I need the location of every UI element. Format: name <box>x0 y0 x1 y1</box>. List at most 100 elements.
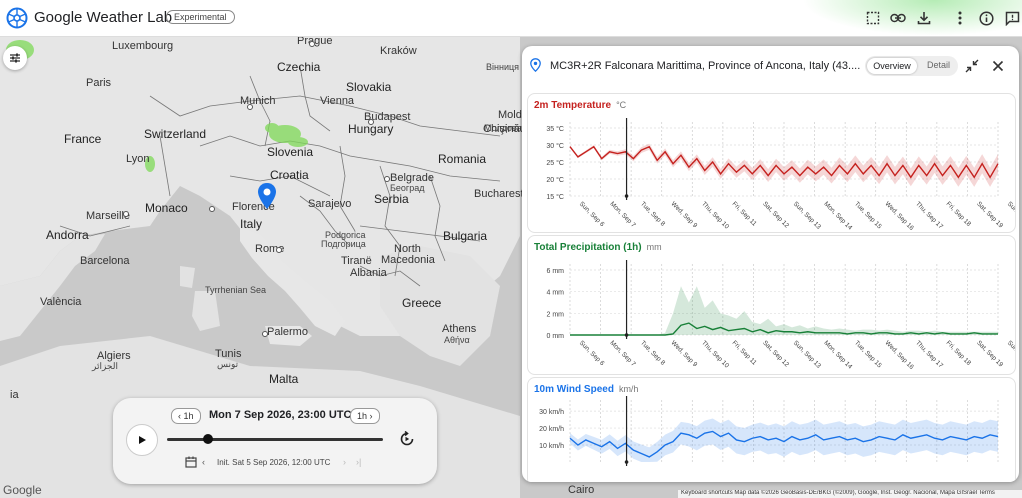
x-tick-label: Sat, Sep 19 <box>975 339 1004 368</box>
x-tick-label: Wed, Sep 16 <box>883 200 915 232</box>
map-label: Slovenia <box>267 145 314 159</box>
y-tick-label: 30 km/h <box>539 409 564 416</box>
map-label: Kraków <box>380 45 417 57</box>
location-title: MC3R+2R Falconara Marittima, Province of… <box>550 60 861 72</box>
feedback-icon[interactable] <box>1003 9 1021 27</box>
view-toggle: Overview Detail <box>865 56 958 76</box>
x-tick-label: Fri, Sep 11 <box>731 200 758 227</box>
map-label: الجزائر <box>92 361 118 371</box>
x-tick-label: Thu, Sep 17 <box>914 339 944 369</box>
init-time: Init. Sat 5 Sep 2026, 12:00 UTC <box>217 458 331 467</box>
replay-icon <box>400 431 414 446</box>
y-tick-label: 25 °C <box>546 159 564 167</box>
precipitation-chart-card: Total Precipitation (1h) mm 6 mm 4 mm 2 mm 0… <box>527 235 1016 375</box>
experimental-badge: Experimental <box>166 10 235 24</box>
replay-button[interactable] <box>397 429 417 449</box>
map-label: Albania <box>350 267 387 279</box>
x-tick-label: Fri, Sep 18 <box>945 339 973 367</box>
location-marker-icon <box>530 58 541 72</box>
wind-chart[interactable]: 30 km/h 20 km/h 10 km/h <box>528 378 1015 482</box>
init-prev-icon[interactable]: ‹ <box>202 457 205 467</box>
y-tick-label: 10 km/h <box>539 443 564 450</box>
map-label: Sarajevo <box>308 198 352 210</box>
timeline-slider-track[interactable] <box>167 438 383 441</box>
map-label: Mold <box>498 109 522 121</box>
temperature-chart-card: 2m Temperature °C 35 °C 30 °C 25 °C 20 °C 15 … <box>527 93 1016 233</box>
google-watermark: Google <box>3 483 42 497</box>
tab-overview[interactable]: Overview <box>867 58 917 74</box>
map-label: Croatia <box>270 168 309 182</box>
map-label: ia <box>10 389 19 401</box>
map-attribution[interactable]: Keyboard shortcuts Map data ©2026 GeoBas… <box>678 490 1022 498</box>
x-tick-label: Fri, Sep 18 <box>945 200 973 228</box>
current-time: Mon 7 Sep 2026, 23:00 UTC <box>209 409 352 421</box>
info-icon[interactable] <box>977 9 995 27</box>
map-label: Czechia <box>277 60 321 74</box>
calendar-icon[interactable] <box>185 456 197 468</box>
map-label: Chişinău <box>483 123 526 135</box>
x-tick-label: Wed, Sep 16 <box>883 339 915 371</box>
tab-detail[interactable]: Detail <box>927 60 950 70</box>
wind-chart-card: 10m Wind Speed km/h 30 km/h 20 km/h 10 km/h <box>527 377 1016 482</box>
play-button[interactable] <box>126 424 158 456</box>
precipitation-chart[interactable]: 6 mm4 mm2 mm0 mmSun, Sep 6 Mon, Sep 7 Tue,… <box>528 236 1015 374</box>
step-forward-1h-button[interactable]: 1h › <box>350 408 380 424</box>
top-bar: Google Weather Lab Experimental <box>0 0 1022 37</box>
map-label: Vienna <box>320 95 355 107</box>
x-tick-label: Tue, Sep 15 <box>853 339 883 369</box>
download-icon[interactable] <box>915 9 933 27</box>
temperature-chart[interactable]: 35 °C30 °C25 °C20 °C15 °CSun, Sep 6 Mon, … <box>528 94 1015 232</box>
map-label: Luxembourg <box>112 40 174 52</box>
map-label: Paris <box>86 77 112 89</box>
x-tick-label: Sat, Sep 12 <box>761 200 790 229</box>
map-label: Tiranë <box>341 255 372 267</box>
init-last-icon[interactable]: ›| <box>356 457 361 467</box>
map-label: Romania <box>438 152 487 166</box>
city-dot <box>209 206 215 212</box>
panel-header: MC3R+2R Falconara Marittima, Province of… <box>522 46 1019 86</box>
step-back-1h-button[interactable]: ‹ 1h <box>171 408 201 424</box>
current-time-dot <box>624 333 629 337</box>
x-tick-label: Thu, Sep 10 <box>700 200 730 230</box>
link-icon[interactable] <box>889 9 907 27</box>
app-title: Google Weather Lab <box>34 9 173 26</box>
close-icon[interactable] <box>992 60 1004 72</box>
collapse-icon[interactable] <box>965 59 979 73</box>
map-label: Tyrrhenian Sea <box>205 285 267 295</box>
y-tick-label: 15 °C <box>546 193 564 201</box>
map-label: Macedonia <box>381 254 435 266</box>
map-label: Munich <box>240 95 276 107</box>
x-tick-label: Sun, Sep 6 <box>578 200 606 228</box>
map-label: Bulgaria <box>443 229 488 243</box>
map-label: Serbia <box>374 192 409 206</box>
select-area-icon[interactable] <box>864 9 882 27</box>
city-dot <box>368 119 374 125</box>
map-label: Вінниця <box>486 62 519 72</box>
more-vert-icon[interactable] <box>951 9 969 27</box>
play-icon <box>139 436 146 444</box>
y-tick-label: 20 km/h <box>539 426 564 433</box>
map-label: Bucharest <box>474 188 524 200</box>
x-tick-label: Sun, Sep 13 <box>792 200 823 231</box>
x-tick-label: Mon, Sep 7 <box>608 339 637 368</box>
map-label: València <box>40 296 82 308</box>
map-label: Andorra <box>46 228 89 242</box>
map-label: Cairo <box>568 484 595 496</box>
init-next-icon[interactable]: › <box>343 457 346 467</box>
city-dot <box>384 176 390 182</box>
location-pin-icon[interactable] <box>257 182 277 210</box>
x-tick-label: Mon, Sep 14 <box>822 200 853 231</box>
map-label: Barcelona <box>80 255 130 267</box>
x-tick-label: Sun, Sep 13 <box>792 339 823 370</box>
x-tick-label: Fri, Sep 11 <box>731 339 758 366</box>
map-label: Prague <box>297 36 333 47</box>
map-label: Italy <box>240 217 263 231</box>
x-tick-label: Tue, Sep 8 <box>639 339 667 367</box>
layers-filter-button[interactable] <box>3 46 27 70</box>
x-tick-label: Wed, Sep 9 <box>669 339 698 368</box>
timeline-slider-thumb[interactable] <box>203 434 214 444</box>
map-label: Malta <box>269 372 299 386</box>
y-tick-label: 35 °C <box>546 125 564 133</box>
map-label: Greece <box>402 296 442 310</box>
map-label: Lyon <box>126 153 150 165</box>
